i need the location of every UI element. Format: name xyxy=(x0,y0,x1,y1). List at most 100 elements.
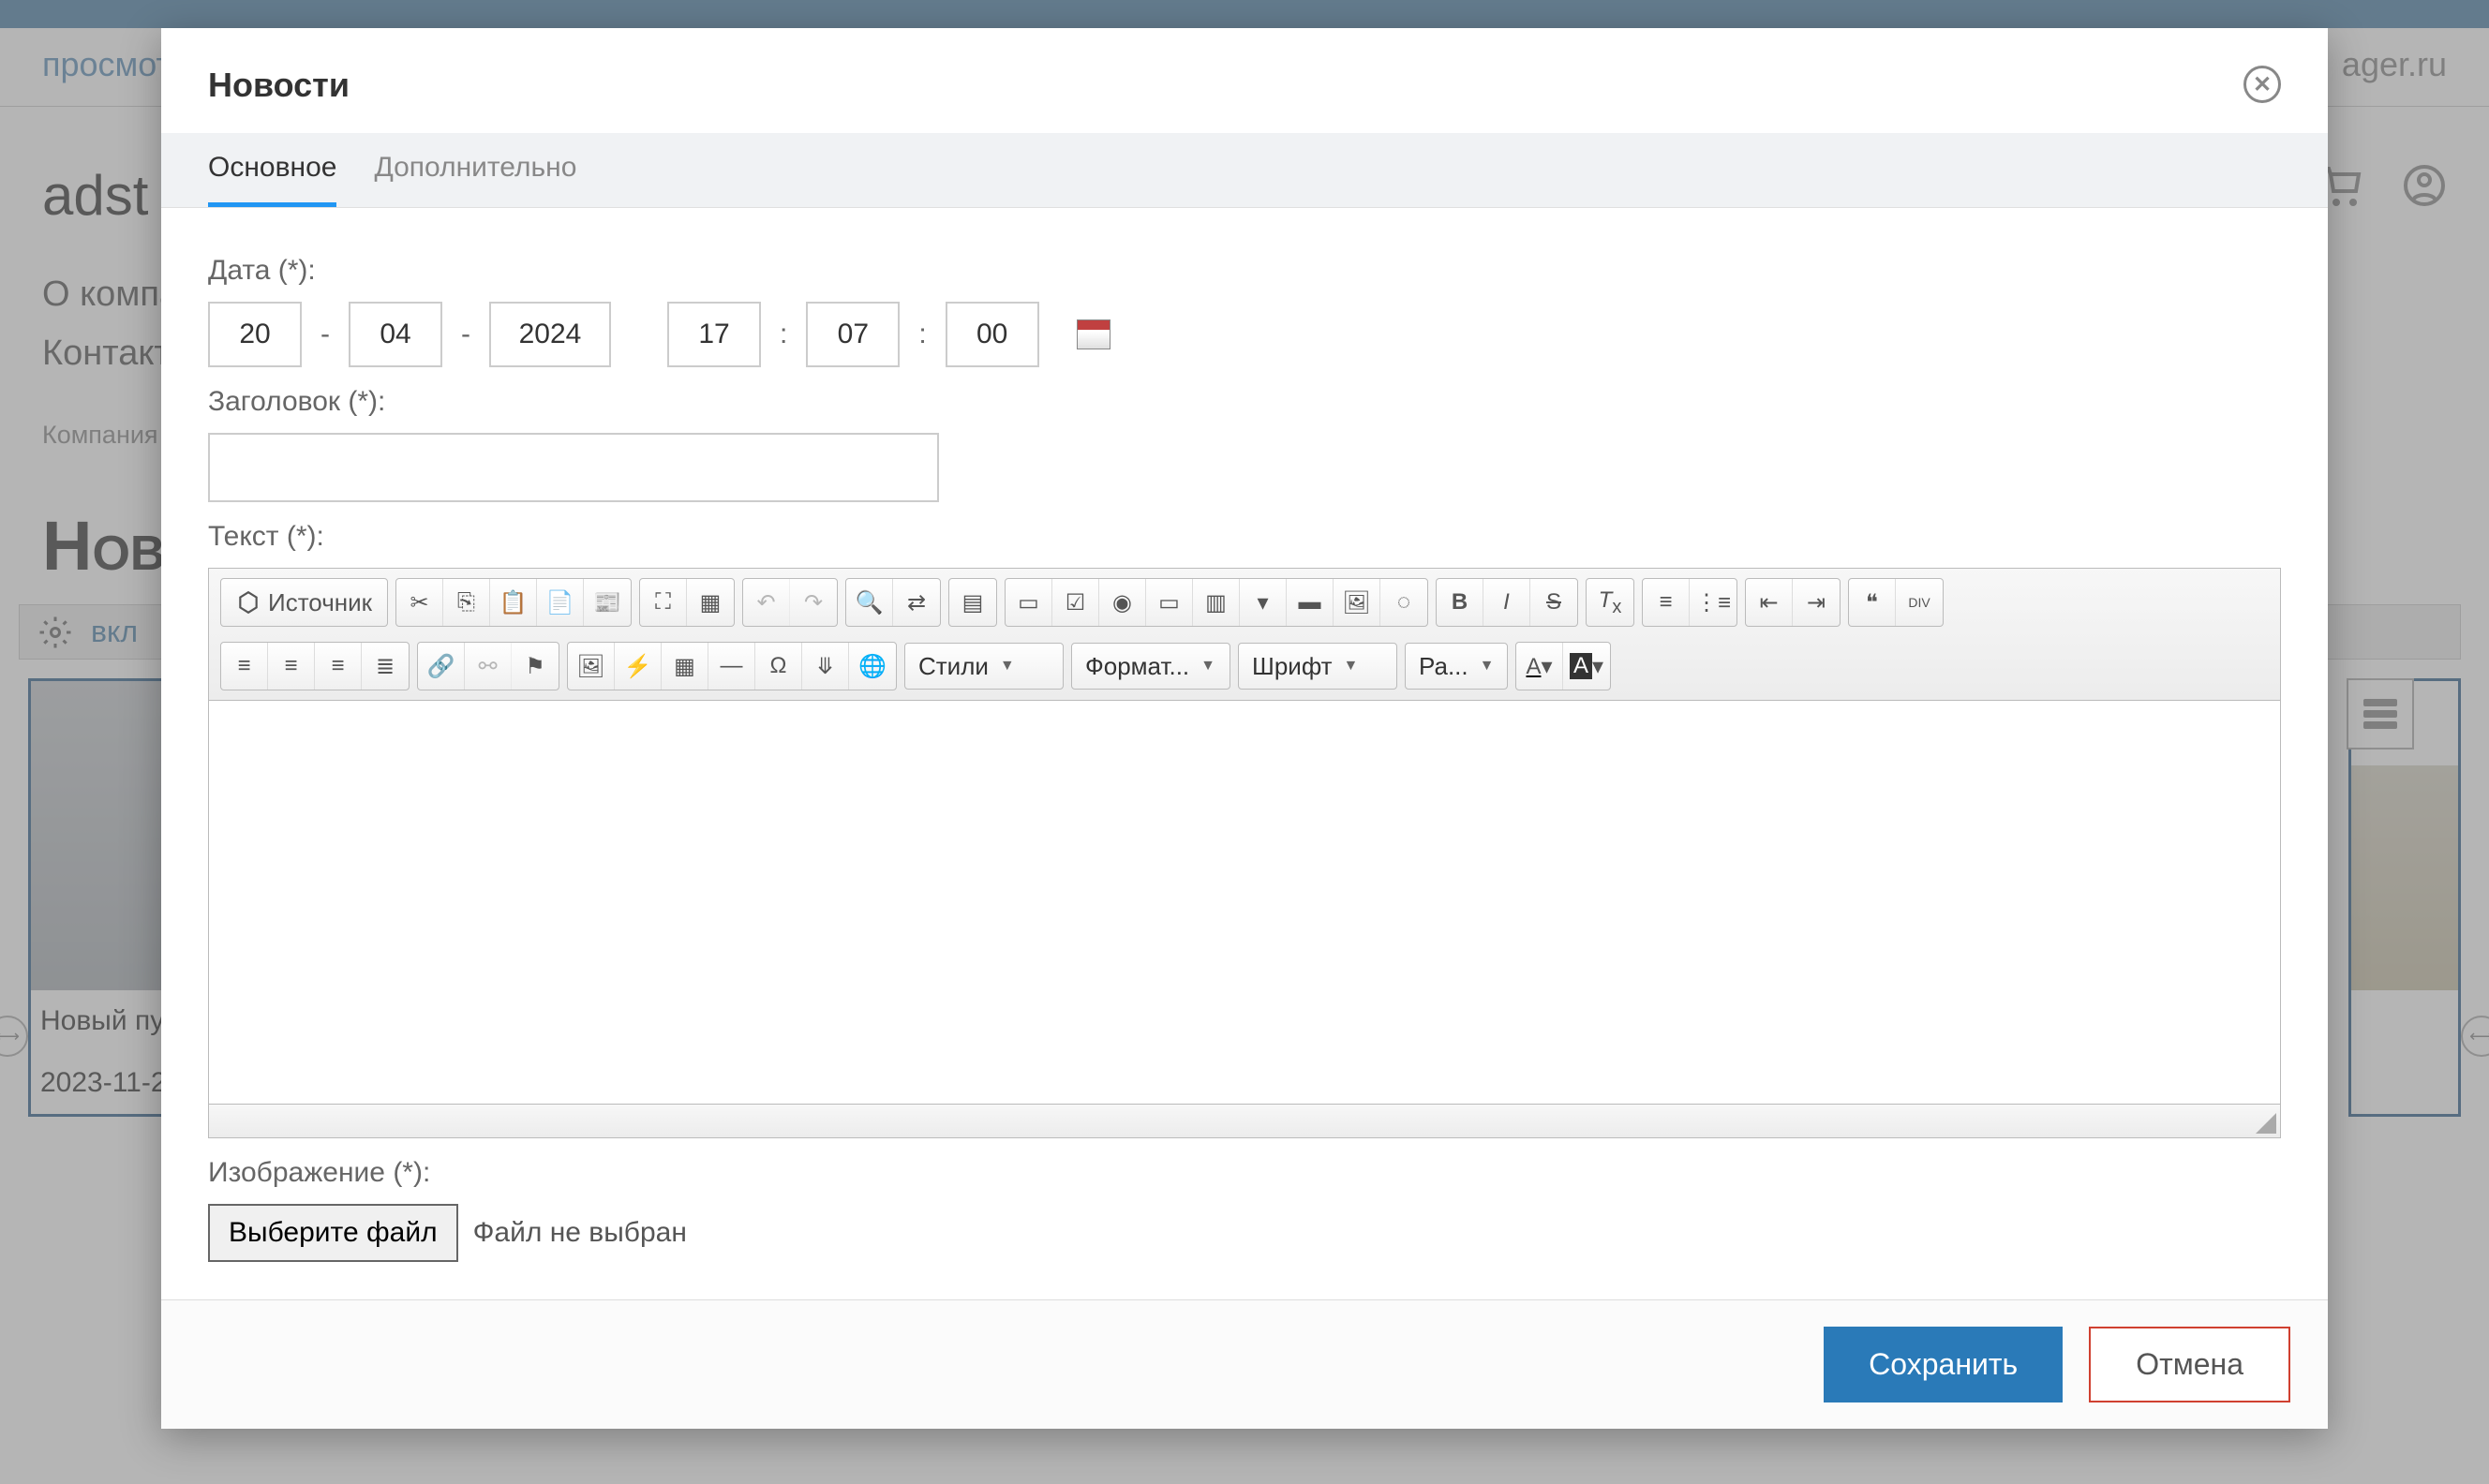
iframe-icon: 🌐 xyxy=(858,653,887,680)
checkbox-button[interactable]: ☑ xyxy=(1052,579,1099,626)
select-button[interactable]: ▾ xyxy=(1240,579,1287,626)
paste-text-icon: 📄 xyxy=(546,589,574,616)
radio-button[interactable]: ◉ xyxy=(1099,579,1146,626)
alignjustify-icon: ≣ xyxy=(376,653,395,680)
date-hour-input[interactable] xyxy=(667,302,761,367)
maximize-button[interactable]: ⛶ xyxy=(640,579,687,626)
selectall-icon: ▤ xyxy=(962,589,984,616)
date-year-input[interactable] xyxy=(489,302,611,367)
removeformat-icon: Tx xyxy=(1599,587,1622,618)
iframe-button[interactable]: 🌐 xyxy=(849,643,896,690)
specialchar-button[interactable]: Ω xyxy=(755,643,802,690)
text-label: Текст (*): xyxy=(208,521,2281,553)
cut-button[interactable]: ✂ xyxy=(396,579,443,626)
find-button[interactable]: 🔍 xyxy=(846,579,893,626)
imagebutton-button[interactable]: 🖼 xyxy=(1334,579,1380,626)
select-icon: ▾ xyxy=(1257,589,1268,616)
form-icon: ▭ xyxy=(1018,589,1039,616)
date-label: Дата (*): xyxy=(208,255,2281,287)
indent-icon: ⇥ xyxy=(1807,589,1826,616)
editor-content[interactable] xyxy=(209,701,2280,1104)
styles-combo[interactable]: Стили▼ xyxy=(904,643,1064,690)
modal-title: Новости xyxy=(208,66,350,105)
table-icon: ▦ xyxy=(674,653,695,680)
button-icon: ▬ xyxy=(1299,589,1321,616)
blockquote-icon: ❝ xyxy=(1866,589,1878,616)
title-input[interactable] xyxy=(208,433,939,502)
undo-icon: ↶ xyxy=(756,589,775,616)
strike-button[interactable]: S xyxy=(1530,579,1577,626)
choose-file-button[interactable]: Выберите файл xyxy=(208,1204,458,1262)
alignleft-button[interactable]: ≡ xyxy=(221,643,268,690)
bold-button[interactable]: B xyxy=(1437,579,1483,626)
anchor-button[interactable]: ⚑ xyxy=(512,643,559,690)
date-sep4: : xyxy=(918,319,926,350)
paste-text-button[interactable]: 📄 xyxy=(537,579,584,626)
outdent-button[interactable]: ⇤ xyxy=(1746,579,1793,626)
resize-handle[interactable] xyxy=(2256,1113,2276,1134)
italic-icon: I xyxy=(1503,589,1510,616)
date-month-input[interactable] xyxy=(349,302,442,367)
table-button[interactable]: ▦ xyxy=(662,643,708,690)
link-button[interactable]: 🔗 xyxy=(418,643,465,690)
form-button[interactable]: ▭ xyxy=(1006,579,1052,626)
source-icon xyxy=(236,590,261,615)
file-none-label: Файл не выбран xyxy=(473,1217,687,1249)
hidden-button[interactable]: ◌ xyxy=(1380,579,1427,626)
hr-button[interactable]: — xyxy=(708,643,755,690)
redo-button[interactable]: ↷ xyxy=(790,579,837,626)
undo-button[interactable]: ↶ xyxy=(743,579,790,626)
maximize-icon: ⛶ xyxy=(655,589,671,616)
italic-button[interactable]: I xyxy=(1483,579,1530,626)
aligncenter-button[interactable]: ≡ xyxy=(268,643,315,690)
bgcolor-button[interactable]: A▾ xyxy=(1563,643,1610,690)
flash-button[interactable]: ⚡ xyxy=(615,643,662,690)
paste-word-button[interactable]: 📰 xyxy=(584,579,631,626)
format-combo[interactable]: Формат...▼ xyxy=(1071,643,1230,690)
close-button[interactable]: ✕ xyxy=(2243,66,2281,103)
alignjustify-button[interactable]: ≣ xyxy=(362,643,409,690)
pagebreak-button[interactable]: ⤋ xyxy=(802,643,849,690)
source-button[interactable]: Источник xyxy=(221,579,387,626)
numberedlist-button[interactable]: ≡ xyxy=(1643,579,1690,626)
date-day-input[interactable] xyxy=(208,302,302,367)
image-label: Изображение (*): xyxy=(208,1157,2281,1189)
blockquote-button[interactable]: ❝ xyxy=(1849,579,1896,626)
alignleft-icon: ≡ xyxy=(237,653,250,679)
tab-main[interactable]: Основное xyxy=(208,133,336,207)
indent-button[interactable]: ⇥ xyxy=(1793,579,1840,626)
calendar-icon[interactable] xyxy=(1077,319,1110,349)
showblocks-button[interactable]: ▦ xyxy=(687,579,734,626)
removeformat-button[interactable]: Tx xyxy=(1587,579,1633,626)
div-button[interactable]: DIV xyxy=(1896,579,1943,626)
paste-icon: 📋 xyxy=(499,589,528,616)
chevron-down-icon: ▼ xyxy=(1000,658,1015,675)
font-combo[interactable]: Шрифт▼ xyxy=(1238,643,1397,690)
size-combo[interactable]: Ра...▼ xyxy=(1405,643,1508,690)
hr-icon: — xyxy=(721,653,743,679)
date-sep2: - xyxy=(461,319,470,350)
textcolor-button[interactable]: A▾ xyxy=(1516,643,1563,690)
cancel-button[interactable]: Отмена xyxy=(2089,1327,2290,1402)
button-button[interactable]: ▬ xyxy=(1287,579,1334,626)
chevron-down-icon: ▼ xyxy=(1344,658,1359,675)
save-button[interactable]: Сохранить xyxy=(1824,1327,2063,1402)
textfield-button[interactable]: ▭ xyxy=(1146,579,1193,626)
copy-icon: ⎘ xyxy=(457,589,475,616)
selectall-button[interactable]: ▤ xyxy=(949,579,996,626)
bulletedlist-button[interactable]: ⋮≡ xyxy=(1690,579,1736,626)
paste-button[interactable]: 📋 xyxy=(490,579,537,626)
aligncenter-icon: ≡ xyxy=(284,653,297,679)
tab-extra[interactable]: Дополнительно xyxy=(374,133,576,207)
image-button[interactable]: 🖼 xyxy=(568,643,615,690)
chevron-down-icon: ▼ xyxy=(1480,658,1495,675)
replace-button[interactable]: ⇄ xyxy=(893,579,940,626)
modal-footer: Сохранить Отмена xyxy=(161,1299,2328,1429)
copy-button[interactable]: ⎘ xyxy=(443,579,490,626)
date-minute-input[interactable] xyxy=(806,302,900,367)
textarea-button[interactable]: ▥ xyxy=(1193,579,1240,626)
alignright-button[interactable]: ≡ xyxy=(315,643,362,690)
numberedlist-icon: ≡ xyxy=(1659,589,1672,616)
date-second-input[interactable] xyxy=(946,302,1039,367)
unlink-button[interactable]: ⚯ xyxy=(465,643,512,690)
